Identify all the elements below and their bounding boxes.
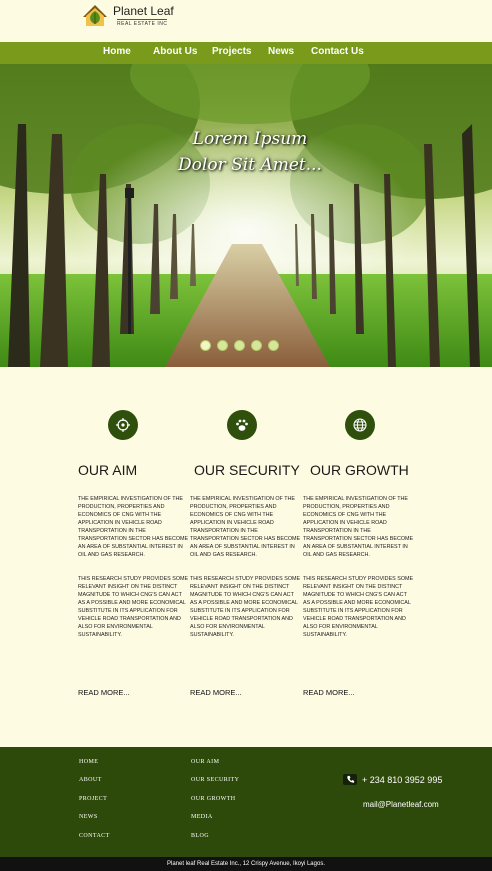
footer-link-home[interactable]: HOME: [79, 759, 98, 765]
nav-home[interactable]: Home: [103, 46, 131, 57]
feature-paragraph-2: THIS RESEARCH STUDY PROVIDES SOME RELEVA…: [303, 576, 414, 638]
footer-link-contact[interactable]: CONTACT: [79, 833, 110, 839]
main-nav: Home About Us Projects News Contact Us: [0, 42, 492, 64]
slider-dot-2[interactable]: [217, 340, 228, 351]
footer-link-our-growth[interactable]: OUR GROWTH: [191, 796, 236, 802]
site-footer: HOME ABOUT PROJECT NEWS CONTACT OUR AIM …: [0, 747, 492, 857]
globe-icon: [345, 410, 375, 440]
contact-phone[interactable]: + 234 810 3952 995: [343, 774, 442, 785]
footer-link-media[interactable]: MEDIA: [191, 814, 213, 820]
brand-name: Planet Leaf: [113, 4, 174, 18]
leaf-house-logo-icon: [83, 5, 107, 26]
paw-icon: [227, 410, 257, 440]
slider-dot-4[interactable]: [251, 340, 262, 351]
contact-email[interactable]: mail@Planetleaf.com: [363, 800, 439, 809]
nav-contact-us[interactable]: Contact Us: [311, 46, 364, 57]
footer-link-project[interactable]: PROJECT: [79, 796, 107, 802]
read-more-link[interactable]: READ MORE...: [190, 688, 242, 697]
site-header: Planet Leaf REAL ESTATE INC: [0, 0, 492, 42]
nav-about-us[interactable]: About Us: [153, 46, 197, 57]
phone-number: + 234 810 3952 995: [362, 774, 443, 785]
nav-news[interactable]: News: [268, 46, 294, 57]
feature-paragraph-1: THE EMPIRICAL INVESTIGATION OF THE PRODU…: [78, 496, 189, 558]
feature-title: OUR SECURITY: [194, 462, 300, 478]
footer-link-about[interactable]: ABOUT: [79, 777, 102, 783]
footer-link-blog[interactable]: BLOG: [191, 833, 209, 839]
feature-title: OUR AIM: [78, 462, 138, 478]
copyright-bar: Planet leaf Real Estate Inc., 12 Crispy …: [0, 857, 492, 871]
slider-dot-3[interactable]: [234, 340, 245, 351]
feature-paragraph-2: THIS RESEARCH STUDY PROVIDES SOME RELEVA…: [78, 576, 189, 638]
slider-dots: [200, 340, 279, 351]
footer-link-our-security[interactable]: OUR SECURITY: [191, 777, 239, 783]
target-icon: [108, 410, 138, 440]
slider-dot-5[interactable]: [268, 340, 279, 351]
hero-caption-line2: Dolor Sit Amet...: [178, 155, 322, 175]
read-more-link[interactable]: READ MORE...: [78, 688, 130, 697]
park-path-image: [0, 64, 492, 367]
hero-caption: Lorem Ipsum Dolor Sit Amet...: [150, 126, 350, 178]
read-more-link[interactable]: READ MORE...: [303, 688, 355, 697]
feature-paragraph-1: THE EMPIRICAL INVESTIGATION OF THE PRODU…: [190, 496, 301, 558]
logo[interactable]: Planet Leaf REAL ESTATE INC: [81, 2, 183, 32]
footer-link-our-aim[interactable]: OUR AIM: [191, 759, 219, 765]
feature-title: OUR GROWTH: [310, 462, 409, 478]
hero-slider: Lorem Ipsum Dolor Sit Amet...: [0, 64, 492, 367]
footer-link-news[interactable]: NEWS: [79, 814, 98, 820]
hero-caption-line1: Lorem Ipsum: [192, 129, 308, 149]
brand-tagline: REAL ESTATE INC: [117, 19, 168, 27]
slider-dot-1[interactable]: [200, 340, 211, 351]
nav-projects[interactable]: Projects: [212, 46, 251, 57]
feature-paragraph-2: THIS RESEARCH STUDY PROVIDES SOME RELEVA…: [190, 576, 301, 638]
feature-paragraph-1: THE EMPIRICAL INVESTIGATION OF THE PRODU…: [303, 496, 414, 558]
phone-icon: [343, 774, 357, 785]
